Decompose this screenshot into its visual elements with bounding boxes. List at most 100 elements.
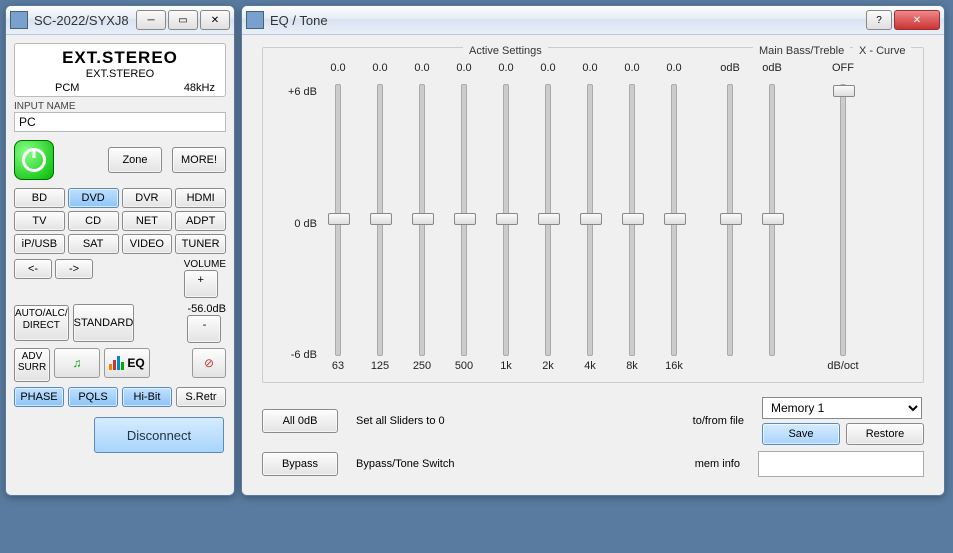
eq-slider[interactable] [587,84,593,356]
tone-slider[interactable] [727,84,733,356]
music-preset-button[interactable]: ♫ [54,348,100,378]
slider-thumb[interactable] [370,213,392,225]
adv-surr-button[interactable]: ADV SURR [14,348,50,382]
slider-thumb[interactable] [454,213,476,225]
eq-slider[interactable] [671,84,677,356]
slider-thumb[interactable] [664,213,686,225]
band-freq: 1k [485,356,527,372]
volume-down-button[interactable]: - [187,315,221,343]
slider-thumb[interactable] [762,213,784,225]
eq-slider[interactable] [335,84,341,356]
band-freq: 4k [569,356,611,372]
eq-button-label: EQ [127,356,144,370]
zone-button[interactable]: Zone [108,147,162,173]
app-icon [246,11,264,29]
slider-thumb[interactable] [720,213,742,225]
xcurve-slider[interactable] [840,84,846,356]
music-note-icon: ♫ [73,356,82,370]
more-button[interactable]: MORE! [172,147,226,173]
tone-value: odB [751,52,793,74]
eq-slider[interactable] [377,84,383,356]
source-bd[interactable]: BD [14,188,65,208]
y-mid-label: 0 dB [271,218,317,230]
band-freq: 16k [653,356,695,372]
band-freq: 250 [401,356,443,372]
source-dvd[interactable]: DVD [68,188,119,208]
tone-slider[interactable] [769,84,775,356]
eq-slider[interactable] [503,84,509,356]
tone-freq [709,356,751,360]
eq-band-16k: 0.016k [653,52,695,372]
prev-button[interactable]: <- [14,259,52,279]
restore-button[interactable]: Restore [846,423,924,445]
band-value: 0.0 [485,52,527,74]
standard-button[interactable]: STANDARD [73,304,135,342]
source-grid: BD DVD DVR HDMI TV CD NET ADPT iP/USB SA… [14,188,226,254]
source-net[interactable]: NET [122,211,173,231]
source-ipusb[interactable]: iP/USB [14,234,65,254]
source-tv[interactable]: TV [14,211,65,231]
maximize-button[interactable]: ▭ [168,10,198,30]
eq-band-4k: 0.0 4k [569,52,611,372]
bypass-button[interactable]: Bypass [262,452,338,476]
disconnect-button[interactable]: Disconnect [94,417,224,453]
bass-slider-col: odB [709,52,751,372]
eq-slider[interactable] [419,84,425,356]
titlebar[interactable]: SC-2022/SYXJ8 ─ ▭ ✕ [6,6,234,35]
slider-thumb[interactable] [622,213,644,225]
slider-thumb[interactable] [412,213,434,225]
eq-band-63: 0.063 [317,52,359,372]
source-hdmi[interactable]: HDMI [175,188,226,208]
titlebar[interactable]: EQ / Tone ? ✕ [242,6,944,35]
eq-slider[interactable] [629,84,635,356]
volume-up-button[interactable]: + [184,270,218,298]
close-button[interactable]: ✕ [200,10,230,30]
mode-label: EXT.STEREO [15,48,225,68]
eq-bars-icon [109,356,124,370]
source-adpt[interactable]: ADPT [175,211,226,231]
sretr-button[interactable]: S.Retr [176,387,226,407]
input-name-label: INPUT NAME [14,101,226,112]
memory-select[interactable]: Memory 1 [762,397,922,419]
save-button[interactable]: Save [762,423,840,445]
mem-info-field[interactable] [758,451,924,477]
input-name-field[interactable] [14,112,226,132]
eq-band-250: 0.0250 [401,52,443,372]
xcurve-unit: dB/oct [807,356,879,372]
source-cd[interactable]: CD [68,211,119,231]
slider-thumb[interactable] [833,85,855,97]
all-0db-button[interactable]: All 0dB [262,409,338,433]
auto-alc-direct-button[interactable]: AUTO/ALC/ DIRECT [14,305,69,341]
power-icon [22,148,46,172]
band-freq: 63 [317,356,359,372]
tone-value: odB [709,52,751,74]
band-value: 0.0 [443,52,485,74]
close-button[interactable]: ✕ [894,10,940,30]
power-button[interactable] [14,140,54,180]
source-sat[interactable]: SAT [68,234,119,254]
help-button[interactable]: ? [866,10,892,30]
source-dvr[interactable]: DVR [122,188,173,208]
phase-button[interactable]: PHASE [14,387,64,407]
slider-thumb[interactable] [328,213,350,225]
pqls-button[interactable]: PQLS [68,387,118,407]
eq-button[interactable]: EQ [104,348,150,378]
band-value: 0.0 [569,52,611,74]
source-tuner[interactable]: TUNER [175,234,226,254]
samplerate-label: 48kHz [184,82,215,94]
slider-thumb[interactable] [538,213,560,225]
next-button[interactable]: -> [55,259,93,279]
source-video[interactable]: VIDEO [122,234,173,254]
hibit-button[interactable]: Hi-Bit [122,387,172,407]
y-min-label: -6 dB [271,349,317,361]
slider-thumb[interactable] [580,213,602,225]
y-axis: +6 dB 0 dB -6 dB [271,52,317,372]
xcurve-slider-group: OFF dB/oct [807,52,879,372]
cancel-button[interactable]: ⊘ [192,348,226,378]
eq-slider[interactable] [545,84,551,356]
slider-thumb[interactable] [496,213,518,225]
all-0db-desc: Set all Sliders to 0 [356,415,445,427]
minimize-button[interactable]: ─ [136,10,166,30]
eq-slider[interactable] [461,84,467,356]
tone-freq [751,356,793,360]
